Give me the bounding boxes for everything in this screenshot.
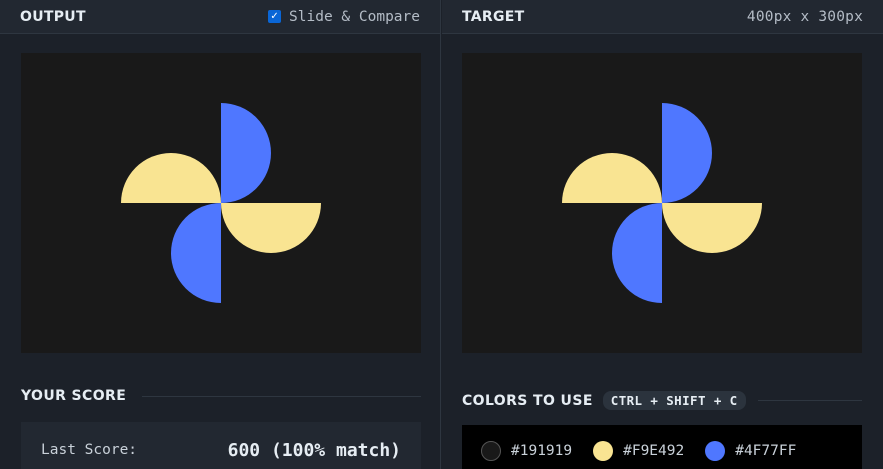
output-pinwheel [21,53,421,353]
color-hex[interactable]: #F9E492 [623,443,684,459]
colors-divider [757,400,862,401]
output-panel: OUTPUT ✓ Slide & Compare YOUR SCORE Last… [0,0,441,469]
color-swatch-blue[interactable] [705,441,726,461]
last-score-label: Last Score: [41,442,138,458]
color-swatch-yellow[interactable] [593,441,614,461]
colors-box: #191919 #F9E492 #4F77FF [462,425,862,469]
slide-compare-label: Slide & Compare [289,8,420,25]
copy-colors-shortcut: CTRL + SHIFT + C [602,391,746,410]
target-dimensions: 400px x 300px [746,8,863,25]
target-pinwheel [462,53,862,353]
output-canvas[interactable] [21,53,421,353]
output-title: OUTPUT [20,8,86,25]
score-box: Last Score: 600 (100% match) [21,422,421,469]
colors-title: COLORS TO USE [462,392,593,409]
color-hex[interactable]: #4F77FF [735,443,796,459]
score-divider [142,395,421,397]
color-hex[interactable]: #191919 [511,443,572,459]
score-title: YOUR SCORE [21,388,127,404]
target-title: TARGET [462,8,525,25]
color-swatch-item[interactable]: #191919 [481,441,572,461]
last-score-value: 600 (100% match) [227,440,401,461]
colors-section-header: COLORS TO USE CTRL + SHIFT + C [462,391,862,410]
slide-compare-checkbox[interactable]: ✓ [268,10,282,23]
color-swatch-item[interactable]: #F9E492 [593,441,684,461]
color-swatch-dark[interactable] [481,441,501,461]
slide-compare-toggle[interactable]: ✓ Slide & Compare [268,9,420,25]
color-swatch-item[interactable]: #4F77FF [705,441,796,461]
output-header: OUTPUT ✓ Slide & Compare [0,0,440,34]
score-section-header: YOUR SCORE [21,388,421,404]
target-header: TARGET 400px x 300px [442,0,883,34]
target-canvas [462,53,862,353]
target-panel: TARGET 400px x 300px COLORS TO USE CTRL … [442,0,883,469]
